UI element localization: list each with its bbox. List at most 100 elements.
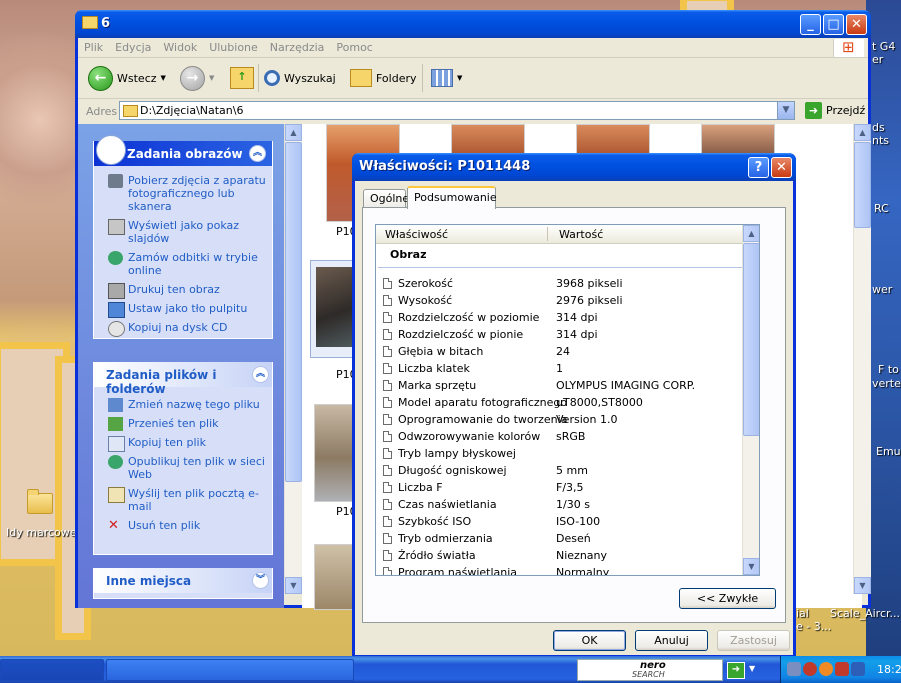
task-slideshow[interactable]: Wyświetl jako pokaz slajdów [94, 216, 272, 248]
other-places-header[interactable]: Inne miejsca ︾ [94, 568, 272, 593]
desktop-label[interactable]: t G4 [872, 40, 895, 53]
property-row[interactable]: Odwzorowywanie kolorów sRGB [376, 428, 754, 445]
back-button[interactable]: ← Wstecz ▼ [88, 64, 166, 92]
property-row[interactable]: Program naświetlania Normalny [376, 564, 754, 575]
file-tasks-header[interactable]: Zadania plików i folderów ︽ [94, 362, 272, 396]
property-row[interactable]: Głębia w bitach 24 [376, 343, 754, 360]
scroll-thumb[interactable] [285, 142, 302, 482]
scroll-down-icon[interactable]: ▼ [854, 577, 871, 594]
shield-icon[interactable] [803, 662, 817, 676]
picture-tasks-header[interactable]: Zadania obrazów ︽ [94, 135, 272, 166]
menu-view[interactable]: Widok [157, 38, 203, 54]
menu-help[interactable]: Pomoc [330, 38, 378, 54]
address-input[interactable]: D:\Zdjęcia\Natan\6 ▼ [119, 101, 795, 120]
nero-search-box[interactable]: nero SEARCH [577, 659, 723, 681]
menu-tools[interactable]: Narzędzia [264, 38, 331, 54]
thumbnail[interactable] [576, 124, 650, 154]
scroll-up-icon[interactable]: ▲ [743, 225, 759, 242]
task-order-prints[interactable]: Zamów odbitki w trybie online [94, 248, 272, 280]
column-property[interactable]: Właściwość [385, 228, 448, 241]
task-move[interactable]: Przenieś ten plik [94, 414, 272, 433]
property-row[interactable]: Rozdzielczość w pionie 314 dpi [376, 326, 754, 343]
tab-summary[interactable]: Podsumowanie [407, 186, 497, 209]
property-row[interactable]: Tryb lampy błyskowej [376, 445, 754, 462]
task-print[interactable]: Drukuj ten obraz [94, 280, 272, 299]
property-row[interactable]: Wysokość 2976 pikseli [376, 292, 754, 309]
scroll-up-icon[interactable]: ▲ [854, 124, 871, 141]
chevron-down-icon[interactable]: ▼ [209, 74, 214, 82]
simple-view-button[interactable]: << Zwykłe [679, 588, 776, 609]
task-pane-scrollbar[interactable]: ▲ ▼ [284, 124, 302, 594]
chevron-down-icon[interactable]: ▼ [457, 74, 462, 82]
desktop-label[interactable]: Scale_Aircr... [830, 607, 900, 620]
property-row[interactable]: Czas naświetlania 1/30 s [376, 496, 754, 513]
ok-button[interactable]: OK [553, 630, 626, 651]
thumbnail[interactable] [701, 124, 775, 154]
task-email[interactable]: Wyślij ten plik pocztą e-mail [94, 484, 272, 516]
desktop-label[interactable]: RC [874, 202, 889, 215]
close-button[interactable]: ✕ [846, 14, 867, 35]
help-button[interactable]: ? [748, 157, 769, 178]
go-button[interactable]: ➜ Przejdź [805, 102, 865, 119]
desktop-label[interactable]: F to [878, 363, 899, 376]
maximize-button[interactable]: □ [823, 14, 844, 35]
scroll-up-icon[interactable]: ▲ [285, 124, 302, 141]
desktop-label[interactable]: ds [872, 121, 885, 134]
desktop-label[interactable]: verter [872, 377, 901, 390]
column-value[interactable]: Wartość [559, 228, 603, 241]
dialog-titlebar[interactable]: Właściwości: P1011448 ? ✕ [352, 153, 796, 181]
desktop-folder-label[interactable]: Idy marcowe [6, 526, 77, 539]
collapse-icon[interactable]: ︽ [252, 366, 269, 383]
task-rename[interactable]: Zmień nazwę tego pliku [94, 395, 272, 414]
minimize-button[interactable]: _ [800, 14, 821, 35]
desktop-label[interactable]: er [872, 53, 883, 66]
column-separator[interactable] [547, 227, 548, 241]
network-icon[interactable] [787, 662, 801, 676]
collapse-icon[interactable]: ︽ [249, 145, 266, 162]
property-row[interactable]: Model aparatu fotograficznego uT8000,ST80… [376, 394, 754, 411]
explorer-titlebar[interactable]: 6 _ □ ✕ [75, 10, 871, 38]
property-row[interactable]: Oprogramowanie do tworzenia Version 1.0 [376, 411, 754, 428]
task-copy-cd[interactable]: Kopiuj na dysk CD [94, 318, 272, 337]
nero-go-icon[interactable]: ➜ [727, 662, 745, 679]
property-row[interactable]: Szerokość 3968 pikseli [376, 275, 754, 292]
folder-icon[interactable] [27, 489, 53, 514]
taskbar-button[interactable] [106, 659, 354, 681]
properties-list[interactable]: Właściwość Wartość Obraz Szerokość 3968 p… [375, 224, 760, 576]
chevron-down-icon[interactable]: ▼ [777, 102, 794, 119]
properties-scrollbar[interactable]: ▲ ▼ [742, 225, 759, 575]
tab-general[interactable]: Ogólne [363, 189, 409, 208]
property-row[interactable]: Długość ogniskowej 5 mm [376, 462, 754, 479]
property-row[interactable]: Marka sprzętu OLYMPUS IMAGING CORP. [376, 377, 754, 394]
desktop-label[interactable]: nts [872, 134, 889, 147]
dialog-close-button[interactable]: ✕ [771, 157, 792, 178]
task-delete[interactable]: ✕ Usuń ten plik [94, 516, 272, 535]
folders-button[interactable]: Foldery [350, 64, 417, 92]
views-button[interactable]: ▼ [431, 64, 462, 92]
desktop-label[interactable]: Emu [876, 445, 901, 458]
speaker-icon[interactable] [851, 662, 865, 676]
desktop-label[interactable]: ial [796, 607, 809, 620]
taskbar-button[interactable] [0, 659, 104, 681]
desktop-label[interactable]: e - 3... [796, 620, 831, 633]
apply-button[interactable]: Zastosuj [717, 630, 790, 651]
expand-icon[interactable]: ︾ [252, 572, 269, 589]
property-row[interactable]: Liczba klatek 1 [376, 360, 754, 377]
task-get-pictures[interactable]: Pobierz zdjęcia z aparatu fotograficzneg… [94, 171, 272, 216]
property-row[interactable]: Rozdzielczość w poziomie 314 dpi [376, 309, 754, 326]
file-view-scrollbar[interactable]: ▲ ▼ [853, 124, 871, 594]
chevron-down-icon[interactable]: ▼ [749, 664, 755, 673]
property-row[interactable]: Liczba F F/3,5 [376, 479, 754, 496]
app-icon[interactable] [835, 662, 849, 676]
desktop-label[interactable]: wer [872, 283, 892, 296]
chevron-down-icon[interactable]: ▼ [161, 74, 166, 82]
property-row[interactable]: Tryb odmierzania Deseń [376, 530, 754, 547]
thumbnail[interactable] [451, 124, 525, 154]
up-folder-button[interactable]: ↑ [230, 64, 254, 92]
task-set-background[interactable]: Ustaw jako tło pulpitu [94, 299, 272, 318]
search-button[interactable]: Wyszukaj [264, 64, 336, 92]
menu-favorites[interactable]: Ulubione [203, 38, 264, 54]
property-row[interactable]: Szybkość ISO ISO-100 [376, 513, 754, 530]
property-row[interactable]: Źródło światła Nieznany [376, 547, 754, 564]
cancel-button[interactable]: Anuluj [635, 630, 708, 651]
